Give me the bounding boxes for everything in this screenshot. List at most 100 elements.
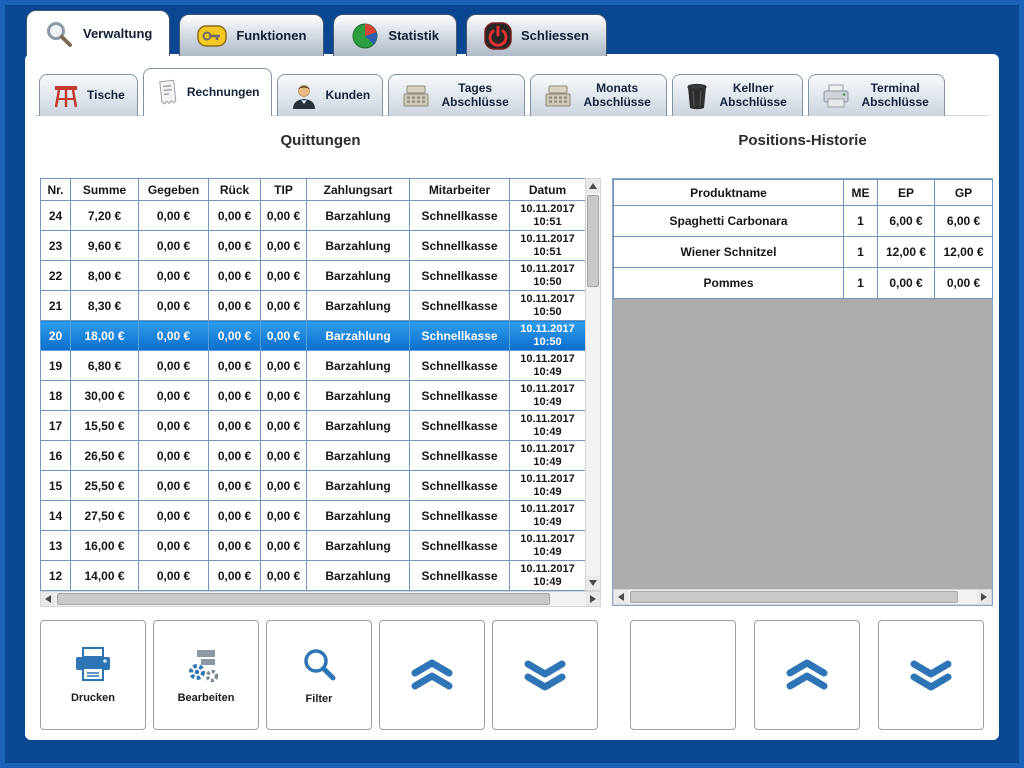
receipt-cell-nr: 16 <box>41 441 71 471</box>
positions-horizontal-scrollbar[interactable] <box>613 589 992 605</box>
receipt-cell-nr: 14 <box>41 501 71 531</box>
receipt-cell-tip: 0,00 € <box>261 351 307 381</box>
right-triangle-icon <box>981 593 987 601</box>
receipt-cell-summe: 30,00 € <box>71 381 139 411</box>
receipt-cell-gegeben: 0,00 € <box>139 471 209 501</box>
receipt-cell-zahlungsart: Barzahlung <box>307 381 410 411</box>
receipt-row[interactable]: 228,00 €0,00 €0,00 €0,00 €BarzahlungSchn… <box>41 261 586 291</box>
position-cell-me: 1 <box>844 268 878 299</box>
receipt-cell-tip: 0,00 € <box>261 561 307 591</box>
tab-label: Terminal Abschlüsse <box>858 82 932 110</box>
receipt-cell-rueck: 0,00 € <box>209 261 261 291</box>
receipt-cell-tip: 0,00 € <box>261 201 307 231</box>
receipt-cell-tip: 0,00 € <box>261 501 307 531</box>
receipt-cell-zahlungsart: Barzahlung <box>307 531 410 561</box>
receipt-cell-gegeben: 0,00 € <box>139 291 209 321</box>
position-cell-me: 1 <box>844 237 878 268</box>
scroll-left-arrow[interactable] <box>41 592 55 606</box>
scroll-left-arrow[interactable] <box>614 590 628 604</box>
receipt-cell-summe: 26,50 € <box>71 441 139 471</box>
receipt-row[interactable]: 247,20 €0,00 €0,00 €0,00 €BarzahlungSchn… <box>41 201 586 231</box>
receipt-cell-summe: 6,80 € <box>71 351 139 381</box>
receipt-cell-gegeben: 0,00 € <box>139 201 209 231</box>
receipt-row[interactable]: 1626,50 €0,00 €0,00 €0,00 €BarzahlungSch… <box>41 441 586 471</box>
receipt-cell-datum: 10.11.201710:51 <box>510 231 586 261</box>
receipt-cell-nr: 20 <box>41 321 71 351</box>
receipt-cell-gegeben: 0,00 € <box>139 501 209 531</box>
receipt-cell-zahlungsart: Barzahlung <box>307 261 410 291</box>
position-row[interactable]: Wiener Schnitzel112,00 €12,00 € <box>614 237 993 268</box>
receipt-cell-summe: 7,20 € <box>71 201 139 231</box>
edit-button[interactable]: Bearbeiten <box>153 620 259 730</box>
receipts-scroll-down-button[interactable] <box>492 620 598 730</box>
receipts-title: Quittungen <box>40 132 601 149</box>
position-row[interactable]: Spaghetti Carbonara16,00 €6,00 € <box>614 206 993 237</box>
receipt-cell-gegeben: 0,00 € <box>139 261 209 291</box>
tab-label: Kunden <box>325 89 370 103</box>
receipt-row[interactable]: 218,30 €0,00 €0,00 €0,00 €BarzahlungSchn… <box>41 291 586 321</box>
receipt-cell-gegeben: 0,00 € <box>139 441 209 471</box>
terminal-printer-icon <box>821 83 851 109</box>
bottom-button-bar: Drucken Bearbeiten Filter <box>40 620 984 730</box>
positions-scroll-up-button[interactable] <box>754 620 860 730</box>
tab-monats-abschluesse[interactable]: Monats Abschlüsse <box>530 74 667 116</box>
receipt-cell-zahlungsart: Barzahlung <box>307 561 410 591</box>
horizontal-scroll-thumb[interactable] <box>57 593 550 605</box>
scroll-right-arrow[interactable] <box>586 592 600 606</box>
tab-tische[interactable]: Tische <box>39 74 138 116</box>
tab-verwaltung[interactable]: Verwaltung <box>26 10 170 56</box>
receipts-horizontal-scrollbar[interactable] <box>40 591 601 607</box>
receipt-row[interactable]: 1830,00 €0,00 €0,00 €0,00 €BarzahlungSch… <box>41 381 586 411</box>
receipt-cell-summe: 25,50 € <box>71 471 139 501</box>
positions-scroll-down-button[interactable] <box>878 620 984 730</box>
tab-rechnungen[interactable]: Rechnungen <box>143 68 273 116</box>
receipt-cell-summe: 15,50 € <box>71 411 139 441</box>
tab-schliessen[interactable]: Schliessen <box>466 14 607 56</box>
tab-tages-abschluesse[interactable]: Tages Abschlüsse <box>388 74 525 116</box>
receipt-icon <box>156 79 180 107</box>
tab-statistik[interactable]: Statistik <box>333 14 457 56</box>
receipt-cell-rueck: 0,00 € <box>209 321 261 351</box>
positions-button-group <box>630 620 984 730</box>
receipt-row[interactable]: 1427,50 €0,00 €0,00 €0,00 €BarzahlungSch… <box>41 501 586 531</box>
print-button[interactable]: Drucken <box>40 620 146 730</box>
tab-label: Verwaltung <box>83 26 152 41</box>
printer-icon <box>72 646 114 684</box>
scroll-right-arrow[interactable] <box>977 590 991 604</box>
tab-kellner-abschluesse[interactable]: Kellner Abschlüsse <box>672 74 803 116</box>
tab-label: Tische <box>87 89 125 103</box>
receipt-cell-mitarbeiter: Schnellkasse <box>410 531 510 561</box>
receipts-vertical-scrollbar[interactable] <box>585 178 601 591</box>
tab-funktionen[interactable]: Funktionen <box>179 14 324 56</box>
vertical-scroll-thumb[interactable] <box>587 195 599 287</box>
receipt-row[interactable]: 239,60 €0,00 €0,00 €0,00 €BarzahlungSchn… <box>41 231 586 261</box>
filter-button[interactable]: Filter <box>266 620 372 730</box>
app-window: Verwaltung Funktionen Statistik Schliess… <box>0 0 1024 768</box>
button-label: Filter <box>306 693 333 705</box>
receipt-row[interactable]: 1525,50 €0,00 €0,00 €0,00 €BarzahlungSch… <box>41 471 586 501</box>
left-triangle-icon <box>45 595 51 603</box>
col-ep: EP <box>878 180 935 206</box>
tab-terminal-abschluesse[interactable]: Terminal Abschlüsse <box>808 74 945 116</box>
receipt-row[interactable]: 1214,00 €0,00 €0,00 €0,00 €BarzahlungSch… <box>41 561 586 591</box>
scroll-down-arrow[interactable] <box>586 576 600 590</box>
receipt-row[interactable]: 2018,00 €0,00 €0,00 €0,00 €BarzahlungSch… <box>41 321 586 351</box>
receipt-cell-rueck: 0,00 € <box>209 231 261 261</box>
receipt-cell-datum: 10.11.201710:49 <box>510 471 586 501</box>
receipt-cell-nr: 13 <box>41 531 71 561</box>
receipt-row[interactable]: 1715,50 €0,00 €0,00 €0,00 €BarzahlungSch… <box>41 411 586 441</box>
receipt-cell-gegeben: 0,00 € <box>139 381 209 411</box>
chevron-up-icon <box>409 659 455 691</box>
receipt-cell-tip: 0,00 € <box>261 321 307 351</box>
scroll-up-arrow[interactable] <box>586 179 600 193</box>
col-gp: GP <box>935 180 993 206</box>
receipt-cell-gegeben: 0,00 € <box>139 351 209 381</box>
horizontal-scroll-thumb[interactable] <box>630 591 958 603</box>
up-triangle-icon <box>589 183 597 189</box>
tab-kunden[interactable]: Kunden <box>277 74 383 116</box>
receipt-row[interactable]: 196,80 €0,00 €0,00 €0,00 €BarzahlungSchn… <box>41 351 586 381</box>
receipts-scroll-up-button[interactable] <box>379 620 485 730</box>
tab-label: Rechnungen <box>187 86 260 100</box>
receipt-row[interactable]: 1316,00 €0,00 €0,00 €0,00 €BarzahlungSch… <box>41 531 586 561</box>
position-row[interactable]: Pommes10,00 €0,00 € <box>614 268 993 299</box>
